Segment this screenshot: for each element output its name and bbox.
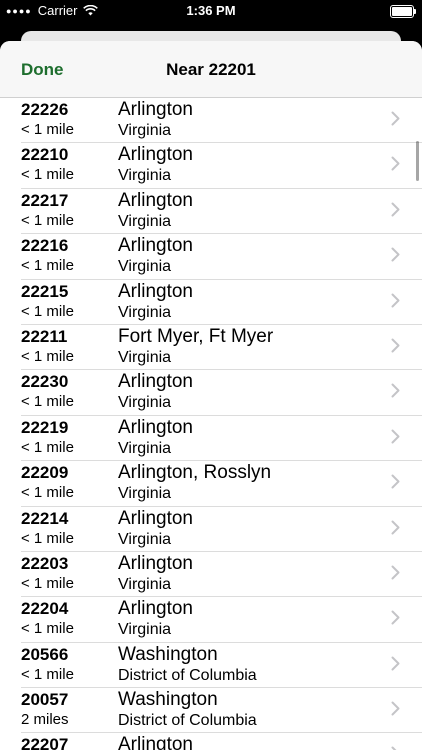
- state-name: Virginia: [118, 258, 172, 276]
- chevron-right-icon: [391, 338, 400, 358]
- state-name: Virginia: [118, 575, 172, 593]
- chevron-right-icon: [391, 383, 400, 403]
- zip-code: 20566: [21, 644, 69, 664]
- distance-label: < 1 mile: [21, 393, 74, 411]
- zip-code: 20057: [21, 690, 69, 710]
- state-name: Virginia: [118, 212, 172, 230]
- zip-code: 22215: [21, 281, 69, 301]
- distance-label: < 1 mile: [21, 211, 74, 229]
- zip-code: 22226: [21, 100, 69, 119]
- list-item[interactable]: 22215 < 1 mile Arlington Virginia: [0, 280, 422, 326]
- chevron-right-icon: [391, 701, 400, 721]
- city-name: Fort Myer, Ft Myer: [118, 325, 274, 347]
- state-name: District of Columbia: [118, 712, 257, 730]
- chevron-right-icon: [391, 610, 400, 630]
- distance-label: < 1 mile: [21, 665, 74, 683]
- distance-label: < 1 mile: [21, 347, 74, 365]
- city-name: Arlington: [118, 507, 193, 529]
- chevron-right-icon: [391, 429, 400, 449]
- distance-label: < 1 mile: [21, 620, 74, 638]
- state-name: District of Columbia: [118, 666, 257, 684]
- list-item[interactable]: 22210 < 1 mile Arlington Virginia: [0, 143, 422, 190]
- state-name: Virginia: [118, 621, 172, 639]
- city-name: Arlington: [118, 552, 193, 574]
- chevron-right-icon: [391, 656, 400, 676]
- state-name: Virginia: [118, 122, 172, 139]
- list-item[interactable]: 22230 < 1 mile Arlington Virginia: [0, 370, 422, 417]
- list-item[interactable]: 22226 < 1 mile Arlington Virginia: [0, 98, 422, 144]
- state-name: Virginia: [118, 167, 172, 185]
- city-name: Arlington: [118, 280, 193, 302]
- list-item[interactable]: 22207 Arlington: [0, 733, 422, 750]
- city-name: Arlington: [118, 189, 193, 211]
- state-name: Virginia: [118, 394, 172, 412]
- status-time: 1:36 PM: [186, 3, 236, 18]
- list-item[interactable]: 22216 < 1 mile Arlington Virginia: [0, 234, 422, 280]
- list-item[interactable]: 22214 < 1 mile Arlington Virginia: [0, 507, 422, 553]
- city-name: Arlington: [118, 371, 193, 393]
- list-item[interactable]: 22219 < 1 mile Arlington Virginia: [0, 416, 422, 462]
- distance-label: < 1 mile: [21, 438, 74, 456]
- zip-code: 22219: [21, 417, 69, 437]
- city-name: Washington: [118, 643, 218, 665]
- zip-code: 22214: [21, 508, 69, 528]
- zip-code: 22210: [21, 145, 69, 165]
- zip-code: 22211: [21, 326, 68, 346]
- city-name: Arlington: [118, 734, 193, 750]
- chevron-right-icon: [391, 156, 400, 176]
- chevron-right-icon: [391, 565, 400, 585]
- scroll-indicator[interactable]: [416, 141, 419, 181]
- zip-list: 22226 < 1 mile Arlington Virginia 22210 < 1 m…: [0, 98, 422, 750]
- distance-label: < 1 mile: [21, 484, 74, 502]
- chevron-right-icon: [391, 293, 400, 313]
- city-name: Arlington: [118, 144, 193, 166]
- zip-code: 22209: [21, 463, 69, 483]
- navigation-bar: Done Near 22201: [0, 41, 422, 98]
- state-name: Virginia: [118, 485, 172, 503]
- state-name: Virginia: [118, 303, 172, 321]
- modal-sheet: Done Near 22201 22226 < 1 mile Arlington Vi…: [0, 41, 422, 750]
- city-name: Arlington, Rosslyn: [118, 462, 272, 484]
- zip-code: 22217: [21, 190, 69, 210]
- distance-label: < 1 mile: [21, 166, 74, 184]
- distance-label: < 1 mile: [21, 121, 74, 138]
- list-item[interactable]: 20057 2 miles Washington District of Columb…: [0, 688, 422, 734]
- city-name: Washington: [118, 689, 218, 711]
- chevron-right-icon: [391, 520, 400, 540]
- zip-code: 22216: [21, 236, 69, 256]
- city-name: Arlington: [118, 99, 193, 120]
- zip-code: 22230: [21, 372, 69, 392]
- page-title: Near 22201: [166, 60, 256, 79]
- zip-code: 22203: [21, 553, 69, 573]
- city-name: Arlington: [118, 416, 193, 438]
- city-name: Arlington: [118, 235, 193, 257]
- distance-label: < 1 mile: [21, 257, 74, 275]
- state-name: Virginia: [118, 439, 172, 457]
- chevron-right-icon: [391, 746, 400, 750]
- distance-label: 2 miles: [21, 711, 69, 729]
- list-item[interactable]: 22217 < 1 mile Arlington Virginia: [0, 189, 422, 235]
- distance-label: < 1 mile: [21, 302, 74, 320]
- city-name: Arlington: [118, 598, 193, 620]
- list-item[interactable]: 22211 < 1 mile Fort Myer, Ft Myer Virginia: [0, 325, 422, 371]
- state-name: Virginia: [118, 348, 172, 366]
- list-item[interactable]: 22203 < 1 mile Arlington Virginia: [0, 552, 422, 598]
- chevron-right-icon: [391, 247, 400, 267]
- state-name: Virginia: [118, 530, 172, 548]
- distance-label: < 1 mile: [21, 574, 74, 592]
- battery-icon: [390, 5, 416, 18]
- list-item[interactable]: 22209 < 1 mile Arlington, Rosslyn Virginia: [0, 461, 422, 507]
- chevron-right-icon: [391, 474, 400, 494]
- list-item[interactable]: 22204 < 1 mile Arlington Virginia: [0, 597, 422, 644]
- distance-label: < 1 mile: [21, 529, 74, 547]
- list-item[interactable]: 20566 < 1 mile Washington District of Colum…: [0, 643, 422, 689]
- zip-code: 22204: [21, 599, 69, 619]
- chevron-right-icon: [391, 111, 400, 131]
- chevron-right-icon: [391, 202, 400, 222]
- status-bar: ●●●● Carrier 1:36 PM: [0, 0, 422, 22]
- zip-code: 22207: [21, 735, 69, 750]
